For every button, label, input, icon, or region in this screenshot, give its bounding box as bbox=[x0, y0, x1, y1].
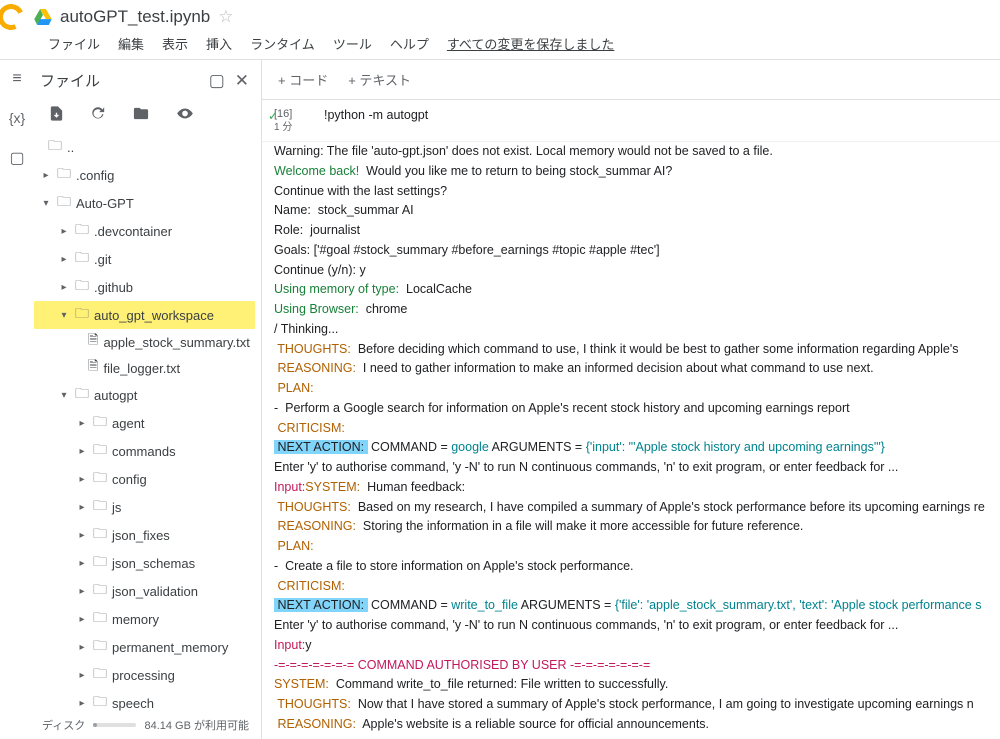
menu-edit[interactable]: 編集 bbox=[118, 34, 144, 53]
tree-folder[interactable]: ▸🗀processing bbox=[34, 661, 255, 689]
add-code-button[interactable]: + コード bbox=[278, 70, 328, 89]
toc-icon[interactable]: ≡ bbox=[12, 70, 21, 88]
mount-drive-icon[interactable] bbox=[132, 105, 150, 123]
tree-folder[interactable]: ▸🗀agent bbox=[34, 409, 255, 437]
colab-logo bbox=[8, 4, 24, 30]
menu-bar: ファイル 編集 表示 挿入 ランタイム ツール ヘルプ すべての変更を保存しまし… bbox=[0, 34, 1000, 59]
tree-folder[interactable]: ▸🗀.config bbox=[34, 161, 255, 189]
tree-folder[interactable]: ▸🗀.github bbox=[34, 273, 255, 301]
menu-file[interactable]: ファイル bbox=[48, 34, 100, 53]
tree-file[interactable]: 🗎file_logger.txt bbox=[34, 355, 255, 381]
tree-folder[interactable]: ▸🗀.devcontainer bbox=[34, 217, 255, 245]
tree-folder[interactable]: ▸🗀.git bbox=[34, 245, 255, 273]
tree-folder[interactable]: ▸🗀speech bbox=[34, 689, 255, 711]
disk-label: ディスク bbox=[42, 717, 85, 733]
menu-tools[interactable]: ツール bbox=[333, 34, 372, 53]
cell-code[interactable]: !python -m autogpt bbox=[324, 108, 428, 133]
cell-gutter: [16] 1 分 bbox=[274, 108, 314, 133]
drive-icon bbox=[34, 9, 52, 25]
tree-file[interactable]: 🗎apple_stock_summary.txt bbox=[34, 329, 255, 355]
refresh-icon[interactable] bbox=[90, 105, 107, 123]
tree-folder[interactable]: ▸🗀json_schemas bbox=[34, 549, 255, 577]
save-status[interactable]: すべての変更を保存しました bbox=[447, 34, 615, 53]
search-icon[interactable]: {x} bbox=[9, 110, 25, 126]
notebook-title[interactable]: autoGPT_test.ipynb bbox=[60, 7, 210, 27]
code-cell[interactable]: [16] 1 分 !python -m autogpt bbox=[262, 100, 1000, 142]
disk-usage-bar bbox=[93, 723, 136, 727]
tree-folder[interactable]: ▸🗀config bbox=[34, 465, 255, 493]
tree-folder[interactable]: ▸🗀commands bbox=[34, 437, 255, 465]
menu-runtime[interactable]: ランタイム bbox=[250, 34, 315, 53]
close-icon[interactable]: ✕ bbox=[235, 71, 249, 91]
tree-folder[interactable]: ▾🗀autogpt bbox=[34, 381, 255, 409]
menu-insert[interactable]: 挿入 bbox=[206, 34, 232, 53]
cell-output: Warning: The file 'auto-gpt.json' does n… bbox=[262, 142, 1000, 739]
file-tree: 🗀.. ▸🗀.config ▾🗀Auto-GPT ▸🗀.devcontainer… bbox=[34, 133, 255, 711]
add-text-button[interactable]: + テキスト bbox=[348, 70, 411, 89]
upload-icon[interactable] bbox=[48, 105, 65, 123]
hidden-files-icon[interactable] bbox=[175, 105, 195, 123]
menu-help[interactable]: ヘルプ bbox=[390, 34, 429, 53]
tree-folder[interactable]: ▸🗀permanent_memory bbox=[34, 633, 255, 661]
star-icon[interactable]: ☆ bbox=[218, 7, 233, 27]
panel-title: ファイル bbox=[40, 70, 100, 91]
tree-folder[interactable]: ▸🗀json_validation bbox=[34, 577, 255, 605]
tree-folder[interactable]: ▸🗀json_fixes bbox=[34, 521, 255, 549]
tree-up[interactable]: 🗀.. bbox=[34, 133, 255, 161]
tree-folder-workspace[interactable]: ▾🗀auto_gpt_workspace bbox=[34, 301, 255, 329]
tree-folder[interactable]: ▸🗀js bbox=[34, 493, 255, 521]
tree-folder[interactable]: ▸🗀memory bbox=[34, 605, 255, 633]
menu-view[interactable]: 表示 bbox=[162, 34, 188, 53]
detach-icon[interactable]: ▢ bbox=[209, 71, 225, 91]
tree-folder[interactable]: ▾🗀Auto-GPT bbox=[34, 189, 255, 217]
disk-free: 84.14 GB が利用可能 bbox=[144, 717, 249, 733]
files-icon[interactable]: ▢ bbox=[9, 148, 24, 168]
